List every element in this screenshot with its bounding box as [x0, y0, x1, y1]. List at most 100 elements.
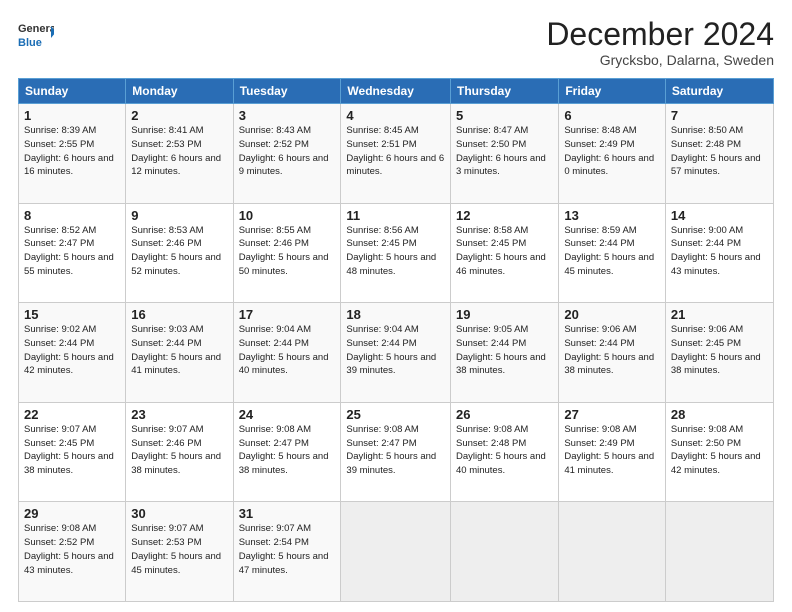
calendar-cell: 25Sunrise: 9:08 AMSunset: 2:47 PMDayligh… — [341, 402, 451, 502]
day-number: 3 — [239, 108, 336, 123]
day-detail: Sunrise: 9:07 AMSunset: 2:53 PMDaylight:… — [131, 522, 227, 577]
week-row-5: 29Sunrise: 9:08 AMSunset: 2:52 PMDayligh… — [19, 502, 774, 602]
day-number: 17 — [239, 307, 336, 322]
svg-text:General: General — [18, 23, 54, 35]
day-detail: Sunrise: 9:08 AMSunset: 2:52 PMDaylight:… — [24, 522, 120, 577]
calendar-cell: 5Sunrise: 8:47 AMSunset: 2:50 PMDaylight… — [451, 104, 559, 204]
day-number: 10 — [239, 208, 336, 223]
day-number: 23 — [131, 407, 227, 422]
day-detail: Sunrise: 8:41 AMSunset: 2:53 PMDaylight:… — [131, 124, 227, 179]
day-number: 13 — [564, 208, 660, 223]
calendar-cell: 31Sunrise: 9:07 AMSunset: 2:54 PMDayligh… — [233, 502, 341, 602]
header: General Blue December 2024 Grycksbo, Dal… — [18, 18, 774, 68]
day-number: 5 — [456, 108, 553, 123]
day-detail: Sunrise: 8:58 AMSunset: 2:45 PMDaylight:… — [456, 224, 553, 279]
day-detail: Sunrise: 9:02 AMSunset: 2:44 PMDaylight:… — [24, 323, 120, 378]
day-detail: Sunrise: 8:50 AMSunset: 2:48 PMDaylight:… — [671, 124, 768, 179]
calendar-cell: 16Sunrise: 9:03 AMSunset: 2:44 PMDayligh… — [126, 303, 233, 403]
calendar-cell: 26Sunrise: 9:08 AMSunset: 2:48 PMDayligh… — [451, 402, 559, 502]
calendar-cell: 23Sunrise: 9:07 AMSunset: 2:46 PMDayligh… — [126, 402, 233, 502]
day-number: 14 — [671, 208, 768, 223]
day-number: 22 — [24, 407, 120, 422]
logo: General Blue — [18, 18, 54, 54]
day-number: 16 — [131, 307, 227, 322]
weekday-header-row: SundayMondayTuesdayWednesdayThursdayFrid… — [19, 79, 774, 104]
day-detail: Sunrise: 9:06 AMSunset: 2:44 PMDaylight:… — [564, 323, 660, 378]
day-detail: Sunrise: 8:59 AMSunset: 2:44 PMDaylight:… — [564, 224, 660, 279]
calendar-cell: 8Sunrise: 8:52 AMSunset: 2:47 PMDaylight… — [19, 203, 126, 303]
day-detail: Sunrise: 9:08 AMSunset: 2:50 PMDaylight:… — [671, 423, 768, 478]
day-number: 6 — [564, 108, 660, 123]
day-number: 25 — [346, 407, 445, 422]
day-detail: Sunrise: 8:55 AMSunset: 2:46 PMDaylight:… — [239, 224, 336, 279]
day-number: 4 — [346, 108, 445, 123]
day-detail: Sunrise: 8:45 AMSunset: 2:51 PMDaylight:… — [346, 124, 445, 179]
calendar-cell: 14Sunrise: 9:00 AMSunset: 2:44 PMDayligh… — [665, 203, 773, 303]
day-detail: Sunrise: 8:53 AMSunset: 2:46 PMDaylight:… — [131, 224, 227, 279]
day-detail: Sunrise: 8:47 AMSunset: 2:50 PMDaylight:… — [456, 124, 553, 179]
day-detail: Sunrise: 9:05 AMSunset: 2:44 PMDaylight:… — [456, 323, 553, 378]
day-detail: Sunrise: 9:04 AMSunset: 2:44 PMDaylight:… — [239, 323, 336, 378]
day-number: 24 — [239, 407, 336, 422]
calendar-cell: 29Sunrise: 9:08 AMSunset: 2:52 PMDayligh… — [19, 502, 126, 602]
calendar-cell — [451, 502, 559, 602]
day-number: 11 — [346, 208, 445, 223]
calendar-cell: 30Sunrise: 9:07 AMSunset: 2:53 PMDayligh… — [126, 502, 233, 602]
calendar-body: 1Sunrise: 8:39 AMSunset: 2:55 PMDaylight… — [19, 104, 774, 602]
calendar-cell: 15Sunrise: 9:02 AMSunset: 2:44 PMDayligh… — [19, 303, 126, 403]
calendar-cell: 11Sunrise: 8:56 AMSunset: 2:45 PMDayligh… — [341, 203, 451, 303]
calendar-cell: 27Sunrise: 9:08 AMSunset: 2:49 PMDayligh… — [559, 402, 666, 502]
day-number: 27 — [564, 407, 660, 422]
weekday-header-monday: Monday — [126, 79, 233, 104]
calendar-cell: 12Sunrise: 8:58 AMSunset: 2:45 PMDayligh… — [451, 203, 559, 303]
day-detail: Sunrise: 9:03 AMSunset: 2:44 PMDaylight:… — [131, 323, 227, 378]
weekday-header-wednesday: Wednesday — [341, 79, 451, 104]
calendar-cell: 18Sunrise: 9:04 AMSunset: 2:44 PMDayligh… — [341, 303, 451, 403]
day-detail: Sunrise: 9:00 AMSunset: 2:44 PMDaylight:… — [671, 224, 768, 279]
location: Grycksbo, Dalarna, Sweden — [546, 52, 774, 68]
calendar-cell — [341, 502, 451, 602]
day-number: 26 — [456, 407, 553, 422]
day-detail: Sunrise: 8:52 AMSunset: 2:47 PMDaylight:… — [24, 224, 120, 279]
weekday-header-sunday: Sunday — [19, 79, 126, 104]
day-number: 2 — [131, 108, 227, 123]
calendar-table: SundayMondayTuesdayWednesdayThursdayFrid… — [18, 78, 774, 602]
calendar-cell: 3Sunrise: 8:43 AMSunset: 2:52 PMDaylight… — [233, 104, 341, 204]
day-detail: Sunrise: 8:43 AMSunset: 2:52 PMDaylight:… — [239, 124, 336, 179]
weekday-header-thursday: Thursday — [451, 79, 559, 104]
day-number: 21 — [671, 307, 768, 322]
week-row-4: 22Sunrise: 9:07 AMSunset: 2:45 PMDayligh… — [19, 402, 774, 502]
title-block: December 2024 Grycksbo, Dalarna, Sweden — [546, 18, 774, 68]
day-number: 9 — [131, 208, 227, 223]
calendar-cell: 2Sunrise: 8:41 AMSunset: 2:53 PMDaylight… — [126, 104, 233, 204]
calendar-cell: 6Sunrise: 8:48 AMSunset: 2:49 PMDaylight… — [559, 104, 666, 204]
day-number: 19 — [456, 307, 553, 322]
calendar-cell: 7Sunrise: 8:50 AMSunset: 2:48 PMDaylight… — [665, 104, 773, 204]
day-number: 18 — [346, 307, 445, 322]
day-number: 1 — [24, 108, 120, 123]
week-row-3: 15Sunrise: 9:02 AMSunset: 2:44 PMDayligh… — [19, 303, 774, 403]
calendar-page: General Blue December 2024 Grycksbo, Dal… — [0, 0, 792, 612]
day-detail: Sunrise: 9:06 AMSunset: 2:45 PMDaylight:… — [671, 323, 768, 378]
calendar-cell: 20Sunrise: 9:06 AMSunset: 2:44 PMDayligh… — [559, 303, 666, 403]
day-number: 8 — [24, 208, 120, 223]
calendar-cell — [665, 502, 773, 602]
calendar-cell: 10Sunrise: 8:55 AMSunset: 2:46 PMDayligh… — [233, 203, 341, 303]
calendar-cell — [559, 502, 666, 602]
day-detail: Sunrise: 9:07 AMSunset: 2:45 PMDaylight:… — [24, 423, 120, 478]
day-detail: Sunrise: 9:04 AMSunset: 2:44 PMDaylight:… — [346, 323, 445, 378]
calendar-cell: 17Sunrise: 9:04 AMSunset: 2:44 PMDayligh… — [233, 303, 341, 403]
day-detail: Sunrise: 9:07 AMSunset: 2:54 PMDaylight:… — [239, 522, 336, 577]
day-number: 30 — [131, 506, 227, 521]
day-detail: Sunrise: 8:56 AMSunset: 2:45 PMDaylight:… — [346, 224, 445, 279]
day-number: 12 — [456, 208, 553, 223]
week-row-2: 8Sunrise: 8:52 AMSunset: 2:47 PMDaylight… — [19, 203, 774, 303]
day-detail: Sunrise: 8:48 AMSunset: 2:49 PMDaylight:… — [564, 124, 660, 179]
day-detail: Sunrise: 9:08 AMSunset: 2:48 PMDaylight:… — [456, 423, 553, 478]
day-number: 20 — [564, 307, 660, 322]
day-detail: Sunrise: 8:39 AMSunset: 2:55 PMDaylight:… — [24, 124, 120, 179]
calendar-cell: 22Sunrise: 9:07 AMSunset: 2:45 PMDayligh… — [19, 402, 126, 502]
calendar-cell: 19Sunrise: 9:05 AMSunset: 2:44 PMDayligh… — [451, 303, 559, 403]
calendar-cell: 13Sunrise: 8:59 AMSunset: 2:44 PMDayligh… — [559, 203, 666, 303]
day-detail: Sunrise: 9:08 AMSunset: 2:49 PMDaylight:… — [564, 423, 660, 478]
